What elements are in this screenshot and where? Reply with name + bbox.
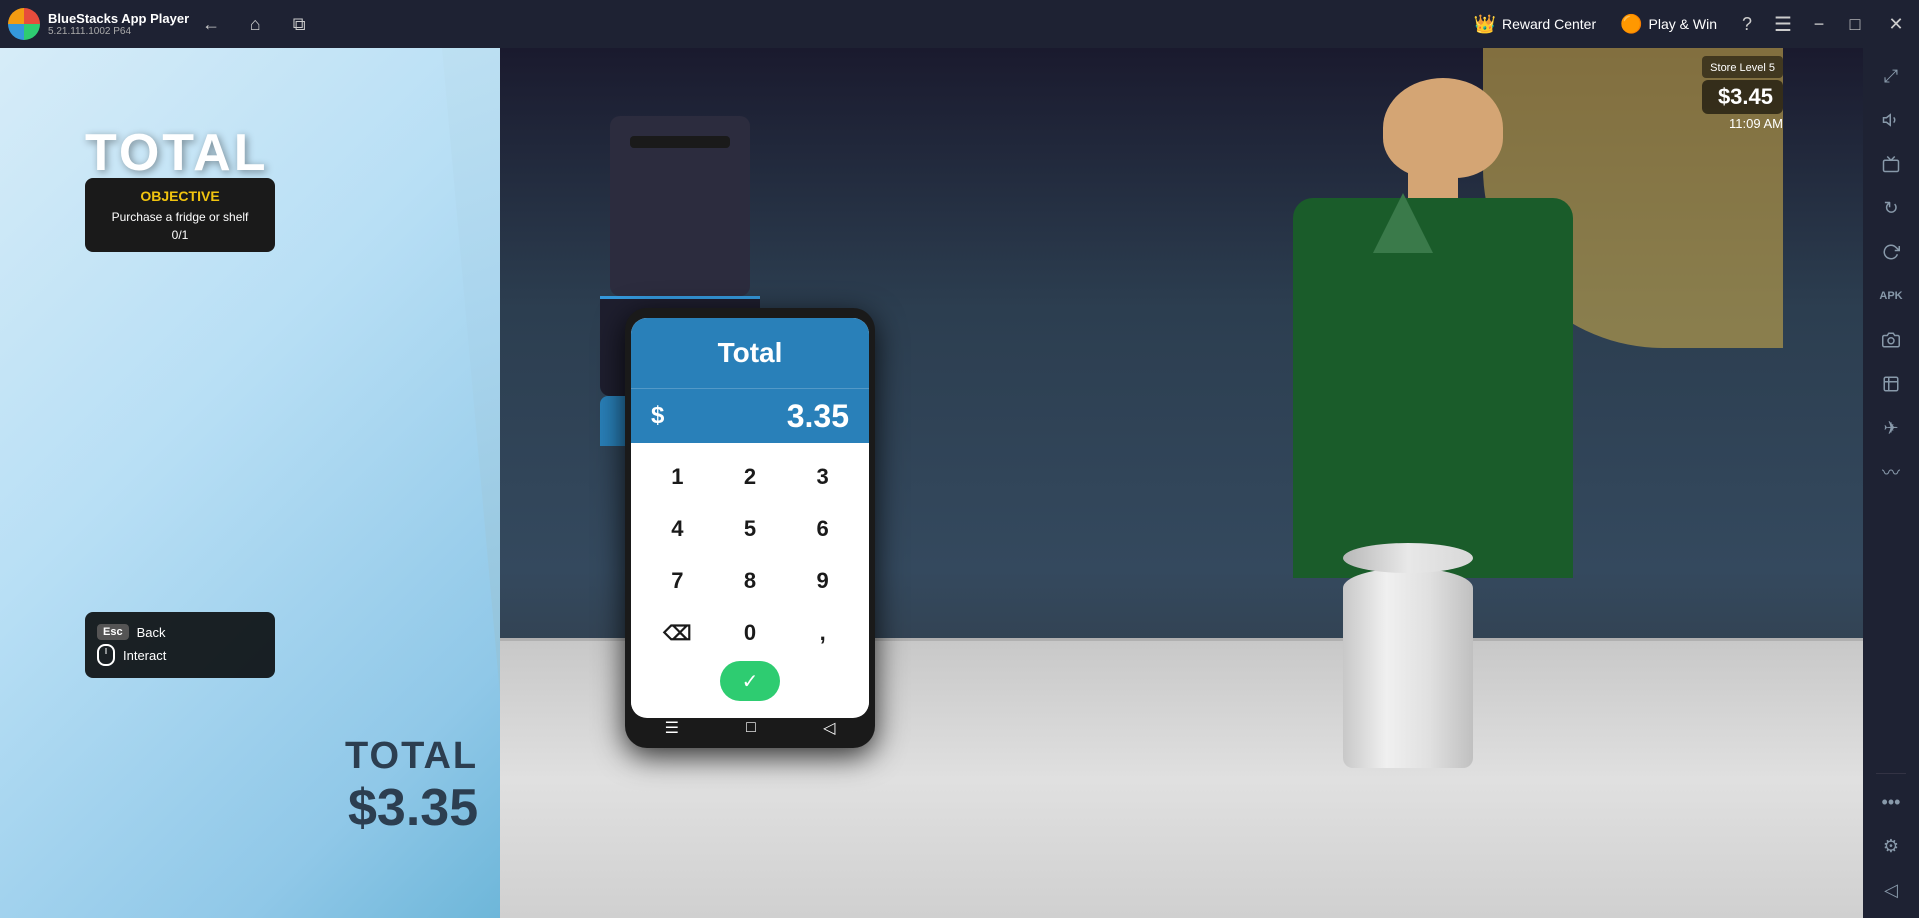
controls-box: Esc Back Interact bbox=[85, 612, 275, 678]
help-button[interactable]: ? bbox=[1729, 0, 1765, 48]
pos-total-label: Total bbox=[718, 337, 783, 369]
person-head bbox=[1383, 78, 1503, 178]
sidebar-divider bbox=[1876, 773, 1906, 774]
sidebar-collapse-button[interactable]: ◁ bbox=[1871, 870, 1911, 910]
pos-nav-menu-icon[interactable]: ☰ bbox=[665, 718, 679, 738]
screenshot-button[interactable] bbox=[1871, 364, 1911, 404]
pos-dollar-sign: $ bbox=[651, 402, 664, 430]
reward-crown-icon: 👑 bbox=[1474, 14, 1496, 35]
store-level-text: Store Level 5 bbox=[1710, 62, 1775, 74]
keypad-btn-9[interactable]: 9 bbox=[794, 557, 852, 605]
cast-button[interactable] bbox=[1871, 144, 1911, 184]
apk-button[interactable]: APK bbox=[1871, 276, 1911, 316]
pos-amount-row: $ 3.35 bbox=[631, 388, 869, 443]
interact-control: Interact bbox=[97, 644, 263, 666]
esc-key-badge: Esc bbox=[97, 624, 129, 640]
pos-header: Total bbox=[631, 318, 869, 388]
money-amount: $3.45 bbox=[1712, 84, 1773, 110]
volume-button[interactable] bbox=[1871, 100, 1911, 140]
interact-label: Interact bbox=[123, 648, 166, 663]
nav-home-button[interactable]: ⌂ bbox=[237, 6, 273, 42]
reward-center-label: Reward Center bbox=[1502, 16, 1596, 32]
play-win-button[interactable]: 🟠 Play & Win bbox=[1608, 0, 1729, 48]
more-button[interactable]: ••• bbox=[1871, 782, 1911, 822]
objective-progress: 0/1 bbox=[100, 228, 260, 242]
expand-button[interactable]: ⤢ bbox=[1871, 56, 1911, 96]
app-title: BlueStacks App Player bbox=[48, 11, 189, 26]
right-sidebar: ⤢ ↻ APK ✈ 〰 ••• ⚙ ◁ bbox=[1863, 48, 1919, 918]
pos-keypad: 1 2 3 4 5 6 7 8 9 ⌫ 0 , bbox=[631, 443, 869, 715]
person-body bbox=[1293, 198, 1573, 578]
maximize-button[interactable]: □ bbox=[1837, 0, 1873, 48]
app-title-group: BlueStacks App Player 5.21.111.1002 P64 bbox=[48, 11, 189, 37]
keypad-row-3: 7 8 9 bbox=[641, 557, 859, 605]
total-bottom-label: TOTAL bbox=[345, 735, 478, 778]
keypad-btn-2[interactable]: 2 bbox=[721, 453, 779, 501]
settings-button[interactable]: ⚙ bbox=[1871, 826, 1911, 866]
money-display: $3.45 bbox=[1702, 80, 1783, 114]
game-viewport: TOTAL OBJECTIVE Purchase a fridge or she… bbox=[0, 48, 1863, 918]
keypad-row-confirm: ✓ bbox=[641, 661, 859, 701]
keypad-btn-5[interactable]: 5 bbox=[721, 505, 779, 553]
keypad-btn-4[interactable]: 4 bbox=[648, 505, 706, 553]
pos-amount: 3.35 bbox=[787, 398, 849, 435]
location-button[interactable]: ✈ bbox=[1871, 408, 1911, 448]
keypad-btn-delete[interactable]: ⌫ bbox=[648, 609, 706, 657]
cylinder-object bbox=[1343, 568, 1473, 768]
play-win-icon: 🟠 bbox=[1620, 14, 1642, 35]
play-win-label: Play & Win bbox=[1649, 16, 1717, 32]
shake-button[interactable]: 〰 bbox=[1871, 452, 1911, 492]
back-control: Esc Back bbox=[97, 624, 263, 640]
keypad-btn-0[interactable]: 0 bbox=[721, 609, 779, 657]
nav-copy-button[interactable]: ⧉ bbox=[281, 6, 317, 42]
close-button[interactable]: ✕ bbox=[1873, 0, 1919, 48]
keypad-btn-8[interactable]: 8 bbox=[721, 557, 779, 605]
sync-button[interactable] bbox=[1871, 232, 1911, 272]
keypad-row-1: 1 2 3 bbox=[641, 453, 859, 501]
keypad-btn-6[interactable]: 6 bbox=[794, 505, 852, 553]
keypad-btn-comma[interactable]: , bbox=[794, 609, 852, 657]
mouse-icon bbox=[97, 644, 115, 666]
total-bottom-display: TOTAL $3.35 bbox=[345, 735, 478, 838]
store-level-bar: Store Level 5 bbox=[1702, 56, 1783, 78]
nav-back-button[interactable]: ← bbox=[193, 6, 229, 42]
keypad-confirm-button[interactable]: ✓ bbox=[720, 661, 780, 701]
pos-screen: Total $ 3.35 1 2 3 4 5 6 7 bbox=[631, 318, 869, 718]
pos-navbar: ☰ □ ◁ bbox=[631, 714, 869, 742]
printer-slot bbox=[630, 136, 730, 148]
hud-display: Store Level 5 $3.45 11:09 AM bbox=[1702, 56, 1783, 131]
minimize-button[interactable]: − bbox=[1801, 0, 1837, 48]
keypad-btn-1[interactable]: 1 bbox=[648, 453, 706, 501]
menu-button[interactable]: ☰ bbox=[1765, 0, 1801, 48]
keypad-btn-7[interactable]: 7 bbox=[648, 557, 706, 605]
app-logo bbox=[8, 8, 40, 40]
pos-nav-home-icon[interactable]: □ bbox=[746, 719, 756, 737]
pos-device: Total $ 3.35 1 2 3 4 5 6 7 bbox=[625, 308, 875, 748]
total-bottom-amount: $3.35 bbox=[345, 778, 478, 838]
objective-description: Purchase a fridge or shelf bbox=[100, 210, 260, 224]
time-display: 11:09 AM bbox=[1702, 116, 1783, 131]
camera-button[interactable] bbox=[1871, 320, 1911, 360]
rotate-button[interactable]: ↻ bbox=[1871, 188, 1911, 228]
keypad-row-2: 4 5 6 bbox=[641, 505, 859, 553]
app-version: 5.21.111.1002 P64 bbox=[48, 26, 189, 37]
keypad-row-4: ⌫ 0 , bbox=[641, 609, 859, 657]
objective-title: OBJECTIVE bbox=[100, 188, 260, 204]
reward-center-button[interactable]: 👑 Reward Center bbox=[1462, 0, 1609, 48]
back-label: Back bbox=[137, 625, 166, 640]
pos-nav-back-icon[interactable]: ◁ bbox=[823, 718, 835, 738]
cylinder-top bbox=[1343, 543, 1473, 573]
objective-box: OBJECTIVE Purchase a fridge or shelf 0/1 bbox=[85, 178, 275, 252]
titlebar: BlueStacks App Player 5.21.111.1002 P64 … bbox=[0, 0, 1919, 48]
printer-body bbox=[610, 116, 750, 296]
keypad-btn-3[interactable]: 3 bbox=[794, 453, 852, 501]
total-header-label: TOTAL bbox=[85, 123, 269, 183]
